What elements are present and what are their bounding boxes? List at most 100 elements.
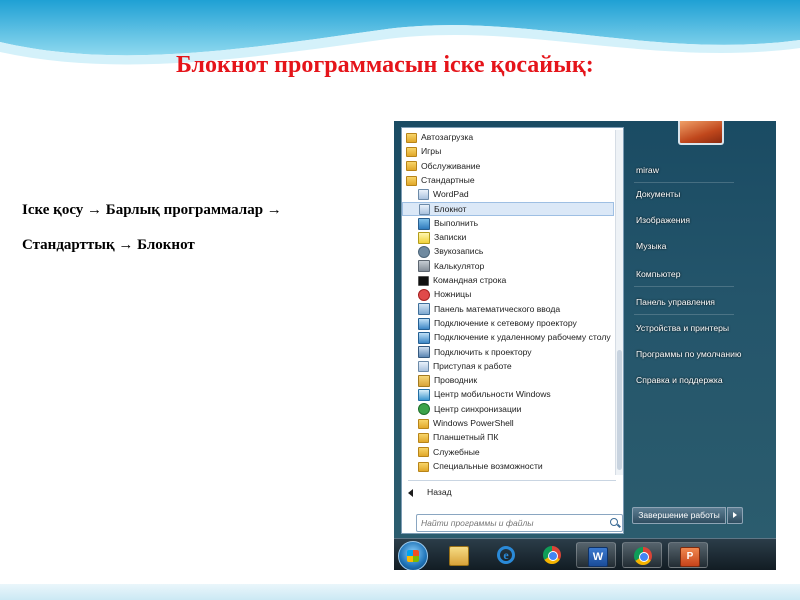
footer-decoration xyxy=(0,584,800,600)
network-projector-icon xyxy=(418,317,430,330)
search-input[interactable] xyxy=(421,516,601,529)
program-item[interactable]: Подключить к проектору xyxy=(402,345,614,359)
program-label: Ножницы xyxy=(434,289,472,300)
folder-icon xyxy=(418,418,429,429)
program-item[interactable]: Калькулятор xyxy=(402,259,614,273)
right-pane-separator xyxy=(634,286,734,287)
program-label: Автозагрузка xyxy=(421,132,474,142)
taskbar-chrome[interactable] xyxy=(532,542,572,568)
program-item[interactable]: Центр мобильности Windows xyxy=(402,387,614,402)
program-item[interactable]: Специальные возможности xyxy=(402,459,614,473)
folder-icon xyxy=(418,433,429,444)
math-input-icon xyxy=(418,303,430,316)
taskbar-chrome-2[interactable] xyxy=(622,542,662,568)
folder-icon xyxy=(406,175,417,186)
right-pane-pictures[interactable]: Изображения xyxy=(636,215,690,225)
program-label: Специальные возможности xyxy=(433,460,543,471)
wordpad-icon xyxy=(418,189,429,201)
program-label: Служебные xyxy=(433,446,480,457)
program-label: Командная строка xyxy=(433,275,507,285)
program-label: Подключить к проектору xyxy=(434,346,532,357)
program-label: Панель математического ввода xyxy=(434,303,561,314)
right-pane-help-support[interactable]: Справка и поддержка xyxy=(636,375,723,385)
mobility-center-icon xyxy=(418,389,430,402)
program-item[interactable]: Блокнот xyxy=(402,201,614,216)
program-item[interactable]: Звукозапись xyxy=(402,244,614,259)
program-item[interactable]: Стандартные xyxy=(402,173,614,187)
program-label: Подключение к удаленному рабочему столу xyxy=(434,332,611,343)
taskbar-word[interactable]: W xyxy=(576,542,616,568)
program-item[interactable]: Приступая к работе xyxy=(402,359,614,373)
sticky-notes-icon xyxy=(418,231,430,244)
shutdown-button[interactable]: Завершение работы xyxy=(632,507,726,524)
projector-icon xyxy=(418,346,430,359)
program-label: Выполнить xyxy=(434,217,479,228)
program-item[interactable]: Служебные xyxy=(402,445,614,459)
shutdown-options-arrow-icon[interactable] xyxy=(727,507,743,524)
program-item[interactable]: Планшетный ПК xyxy=(402,430,614,444)
back-button[interactable]: Назад xyxy=(408,485,452,499)
program-label: Windows PowerShell xyxy=(433,418,514,428)
right-pane-control-panel[interactable]: Панель управления xyxy=(636,297,715,307)
program-item[interactable]: Автозагрузка xyxy=(402,130,614,144)
explorer-icon xyxy=(418,374,430,387)
instruction-line-2: Стандарттық → Блокнот xyxy=(22,237,195,253)
remote-desktop-icon xyxy=(418,331,430,344)
scissors-icon xyxy=(418,289,430,302)
program-label: WordPad xyxy=(433,189,469,200)
program-label: Центр синхронизации xyxy=(434,403,522,414)
programs-scrollbar[interactable] xyxy=(615,130,623,475)
folder-icon xyxy=(418,447,429,458)
folder-explorer-icon xyxy=(449,546,469,566)
program-item[interactable]: Записки xyxy=(402,230,614,244)
program-label: Стандартные xyxy=(421,174,475,185)
divider xyxy=(408,480,616,481)
right-pane-music[interactable]: Музыка xyxy=(636,241,666,251)
getting-started-icon xyxy=(418,361,429,373)
program-label: Блокнот xyxy=(434,203,467,214)
search-box[interactable] xyxy=(416,514,623,532)
folder-icon xyxy=(418,461,429,472)
program-item[interactable]: Ножницы xyxy=(402,287,614,302)
program-item[interactable]: Панель математического ввода xyxy=(402,302,614,316)
right-pane-user-name[interactable]: miraw xyxy=(636,165,659,175)
user-picture[interactable] xyxy=(678,121,724,145)
notepad-icon xyxy=(419,203,430,215)
microphone-icon xyxy=(418,246,430,259)
programs-pane: Автозагрузка Игры Обслуживание Стандартные W… xyxy=(401,127,624,534)
sync-center-icon xyxy=(418,403,430,416)
back-arrow-icon xyxy=(408,488,413,497)
right-pane-devices-printers[interactable]: Устройства и принтеры xyxy=(636,323,729,333)
program-item[interactable]: WordPad xyxy=(402,187,614,201)
program-item[interactable]: Обслуживание xyxy=(402,159,614,173)
program-label: Обслуживание xyxy=(421,160,481,171)
program-item[interactable]: Игры xyxy=(402,144,614,158)
internet-explorer-icon: e xyxy=(497,546,515,564)
program-label: Центр мобильности Windows xyxy=(434,389,551,400)
program-item[interactable]: Подключение к удаленному рабочему столу xyxy=(402,330,614,344)
right-pane-separator xyxy=(634,314,734,315)
scrollbar-thumb[interactable] xyxy=(617,350,622,470)
taskbar-ie[interactable]: e xyxy=(486,542,526,568)
start-button-icon[interactable] xyxy=(398,541,428,570)
taskbar-powerpoint[interactable]: P xyxy=(668,542,708,568)
powerpoint-icon: P xyxy=(680,547,700,567)
right-pane-separator xyxy=(634,182,734,183)
program-item[interactable]: Центр синхронизации xyxy=(402,402,614,416)
folder-icon xyxy=(406,132,417,143)
chrome-icon xyxy=(634,547,652,565)
all-programs-list: Автозагрузка Игры Обслуживание Стандартные W… xyxy=(402,128,614,479)
program-item[interactable]: Командная строка xyxy=(402,273,614,287)
run-icon xyxy=(418,217,430,230)
program-item[interactable]: Выполнить xyxy=(402,216,614,230)
program-item[interactable]: Проводник xyxy=(402,373,614,387)
taskbar-explorer[interactable] xyxy=(438,542,478,568)
program-item[interactable]: Windows PowerShell xyxy=(402,416,614,430)
right-pane-computer[interactable]: Компьютер xyxy=(636,269,680,279)
search-icon[interactable] xyxy=(610,518,618,526)
right-pane-default-programs[interactable]: Программы по умолчанию xyxy=(636,349,741,359)
taskbar: e W P xyxy=(394,538,776,570)
right-pane-documents[interactable]: Документы xyxy=(636,189,680,199)
program-label: Калькулятор xyxy=(434,260,485,271)
program-item[interactable]: Подключение к сетевому проектору xyxy=(402,316,614,330)
